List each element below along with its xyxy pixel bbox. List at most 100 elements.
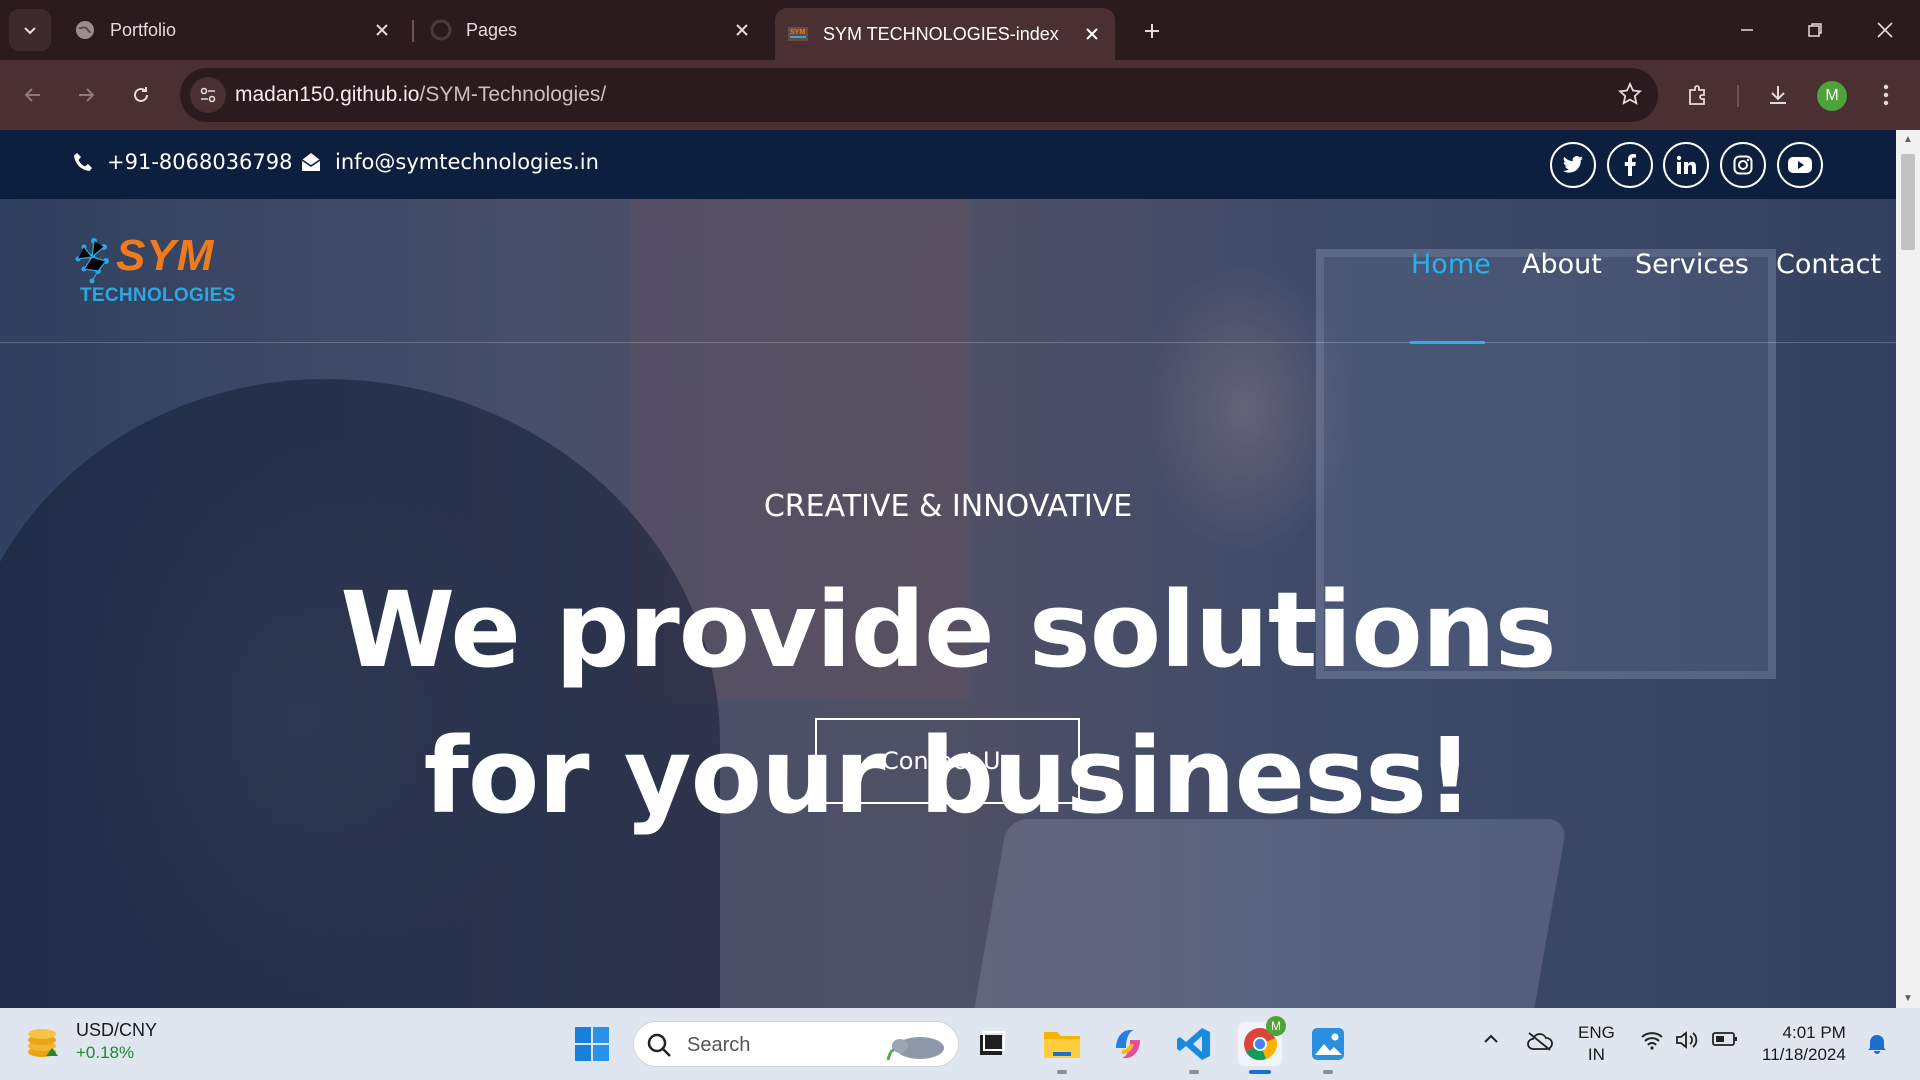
minimize-icon xyxy=(1741,29,1753,31)
speaker-icon xyxy=(1676,1031,1698,1049)
coins-icon xyxy=(28,1028,58,1057)
reload-icon xyxy=(134,87,148,102)
bookmark-star-icon[interactable] xyxy=(1617,81,1643,111)
clock[interactable]: 4:01 PM 11/18/2024 xyxy=(1762,1022,1846,1066)
volume-status[interactable] xyxy=(1675,1030,1699,1055)
contact-topbar: +91-8068036798 info@symtechnologies.in xyxy=(0,130,1896,199)
extensions-button[interactable] xyxy=(1680,77,1716,113)
hero-title: We provide solutions for your business! xyxy=(0,557,1896,849)
tab-title: SYM TECHNOLOGIES-index xyxy=(823,23,1059,44)
page-scrollbar[interactable]: ▲ ▼ xyxy=(1896,130,1920,1008)
browser-menu-button[interactable] xyxy=(1868,77,1904,113)
twitter-link[interactable] xyxy=(1550,142,1596,188)
close-icon[interactable] xyxy=(1081,23,1103,45)
downloads-button[interactable] xyxy=(1760,77,1796,113)
clock-time: 4:01 PM xyxy=(1782,1023,1846,1042)
tab-sym-technologies[interactable]: SYM SYM TECHNOLOGIES-index xyxy=(775,8,1115,60)
instagram-link[interactable] xyxy=(1720,142,1766,188)
phone-contact[interactable]: +91-8068036798 xyxy=(72,150,293,174)
file-explorer-app[interactable] xyxy=(1040,1022,1084,1074)
linkedin-link[interactable] xyxy=(1663,142,1709,188)
scrollbar-thumb[interactable] xyxy=(1901,154,1915,250)
tab-pages[interactable]: Pages xyxy=(420,8,765,52)
site-logo[interactable]: SYM TECHNOLOGIES xyxy=(74,231,244,311)
notifications-button[interactable] xyxy=(1866,1032,1888,1059)
copilot-app[interactable] xyxy=(1106,1022,1150,1066)
email-contact[interactable]: info@symtechnologies.in xyxy=(300,150,599,174)
envelope-open-icon xyxy=(301,153,321,171)
phone-icon xyxy=(74,153,92,171)
site-header: SYM TECHNOLOGIES Home About Services Con… xyxy=(0,199,1896,344)
minimize-button[interactable] xyxy=(1724,10,1770,50)
back-button[interactable] xyxy=(14,76,52,114)
logo-wordmark: SYM xyxy=(116,231,215,280)
profile-avatar[interactable]: M xyxy=(1817,81,1847,111)
cloud-offline-icon xyxy=(1527,1032,1553,1051)
onedrive-button[interactable] xyxy=(1526,1030,1554,1057)
wifi-status[interactable] xyxy=(1640,1030,1664,1055)
restore-button[interactable] xyxy=(1792,10,1838,50)
battery-icon xyxy=(1712,1032,1737,1046)
browser-toolbar: madan150.github.io/SYM-Technologies/ M xyxy=(0,60,1920,130)
plus-icon xyxy=(1145,24,1159,38)
taskbar-search[interactable]: Search xyxy=(633,1021,959,1067)
region-code: IN xyxy=(1587,1045,1605,1064)
email-address: info@symtechnologies.in xyxy=(335,150,599,174)
scroll-down-arrow-icon[interactable]: ▼ xyxy=(1903,993,1913,1004)
twitter-icon xyxy=(1562,156,1583,173)
chevron-down-icon xyxy=(24,27,36,35)
folder-icon xyxy=(1044,1032,1080,1058)
url-text: madan150.github.io/SYM-Technologies/ xyxy=(235,83,606,107)
start-button[interactable] xyxy=(574,1026,610,1062)
scroll-up-arrow-icon[interactable]: ▲ xyxy=(1903,134,1913,145)
contact-us-button[interactable]: Contact Us xyxy=(815,718,1080,804)
nav-about[interactable]: About xyxy=(1522,249,1602,280)
tab-separator xyxy=(412,20,414,42)
copilot-icon xyxy=(1116,1030,1140,1058)
battery-status[interactable] xyxy=(1712,1030,1738,1053)
nav-services[interactable]: Services xyxy=(1635,249,1749,280)
hero-subtitle: CREATIVE & INNOVATIVE xyxy=(763,489,1133,524)
forward-button[interactable] xyxy=(67,76,105,114)
toolbar-divider xyxy=(1737,85,1739,107)
photos-app[interactable] xyxy=(1306,1022,1350,1074)
nav-contact[interactable]: Contact xyxy=(1776,249,1881,280)
new-tab-button[interactable] xyxy=(1135,14,1169,48)
photos-icon xyxy=(1312,1028,1344,1060)
hero-title-line-1: We provide solutions xyxy=(340,569,1556,691)
puzzle-icon xyxy=(1689,85,1705,105)
chevron-up-icon xyxy=(1484,1034,1498,1043)
currency-widget[interactable]: USD/CNY +0.18% xyxy=(24,1020,157,1063)
youtube-link[interactable] xyxy=(1777,142,1823,188)
active-nav-indicator xyxy=(1410,341,1485,344)
sym-favicon-icon: SYM xyxy=(787,23,809,45)
address-bar[interactable]: madan150.github.io/SYM-Technologies/ xyxy=(180,68,1658,122)
arrow-left-icon xyxy=(24,88,40,102)
reload-button[interactable] xyxy=(122,76,160,114)
vscode-icon xyxy=(1177,1028,1210,1060)
chrome-app[interactable]: M xyxy=(1238,1016,1286,1074)
url-path: /SYM-Technologies/ xyxy=(419,83,607,106)
tab-portfolio[interactable]: Portfolio xyxy=(70,8,405,52)
task-view-app[interactable] xyxy=(970,1022,1014,1066)
widget-title: USD/CNY xyxy=(76,1020,158,1040)
search-icon xyxy=(647,1033,671,1057)
language-indicator[interactable]: ENG IN xyxy=(1578,1022,1615,1066)
close-icon[interactable] xyxy=(371,19,393,41)
running-indicator xyxy=(1189,1070,1199,1074)
windows-logo-icon xyxy=(575,1027,609,1061)
task-view-icon xyxy=(980,1031,1005,1055)
instagram-icon xyxy=(1733,155,1753,175)
facebook-link[interactable] xyxy=(1607,142,1653,188)
close-icon[interactable] xyxy=(731,19,753,41)
running-indicator xyxy=(1323,1070,1333,1074)
site-info-button[interactable] xyxy=(190,77,226,113)
tab-search-button[interactable] xyxy=(9,9,51,51)
vscode-app[interactable] xyxy=(1172,1022,1216,1074)
url-host: madan150.github.io xyxy=(235,83,420,106)
more-vertical-icon xyxy=(1883,84,1889,106)
close-window-button[interactable] xyxy=(1862,10,1908,50)
bell-icon xyxy=(1868,1035,1886,1054)
show-hidden-icons-button[interactable] xyxy=(1482,1030,1500,1053)
nav-home[interactable]: Home xyxy=(1411,249,1491,280)
